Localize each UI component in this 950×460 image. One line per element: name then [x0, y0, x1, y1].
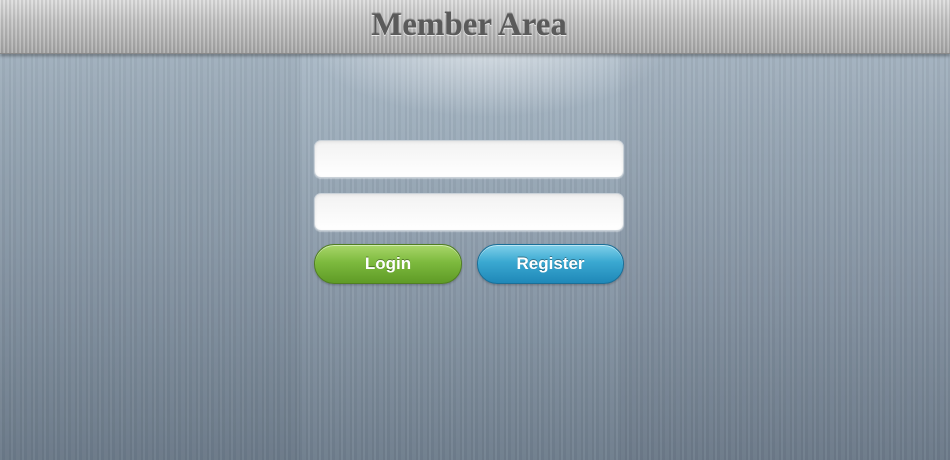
- header-bar: Member Area: [0, 0, 950, 54]
- password-field[interactable]: [314, 193, 624, 231]
- register-button[interactable]: Register: [477, 244, 624, 284]
- login-form: Login Register: [314, 140, 624, 286]
- page-title: Member Area: [371, 7, 567, 43]
- form-actions: Login Register: [314, 244, 624, 286]
- member-area-page: { "header": { "title": "Member Area" }, …: [0, 0, 950, 460]
- username-field[interactable]: [314, 140, 624, 178]
- background-panel-right: [620, 55, 950, 460]
- login-button[interactable]: Login: [314, 244, 462, 284]
- background-panel-left: [0, 55, 300, 460]
